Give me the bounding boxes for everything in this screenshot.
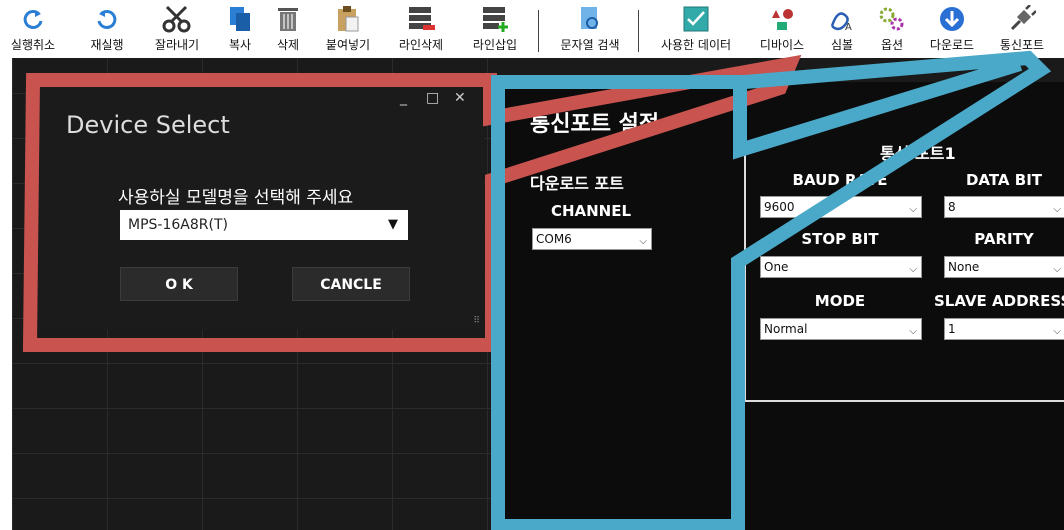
dialog-prompt: 사용하실 모델명을 선택해 주세요 [118, 188, 354, 208]
channel-label: CHANNEL [550, 202, 632, 220]
paste-icon [318, 4, 378, 34]
mode-label: MODE [814, 292, 866, 310]
device-icon [752, 4, 812, 34]
close-button[interactable]: ✕ [454, 90, 466, 106]
symbol-icon: A [822, 4, 862, 34]
chevron-down-icon: ⌵ [1053, 264, 1061, 275]
chevron-down-icon: ⌵ [639, 236, 647, 247]
device-button[interactable]: 디바이스 [752, 4, 812, 56]
delete-button[interactable]: 삭제 [268, 4, 308, 56]
ok-button[interactable]: O K [120, 267, 238, 301]
device-select-dialog: _ □ ✕ Device Select 사용하실 모델명을 선택해 주세요 MP… [38, 84, 484, 330]
slave-address-label: SLAVE ADDRESS [934, 292, 1064, 310]
maximize-button[interactable]: □ [426, 90, 439, 106]
undo-button[interactable]: 실행취소 [4, 4, 62, 56]
search-doc-icon [548, 4, 632, 34]
chevron-down-icon: ⌵ [1053, 204, 1061, 215]
data-icon [648, 4, 744, 34]
scissors-icon [144, 4, 210, 34]
stop-bit-select[interactable]: One ⌵ [760, 256, 922, 278]
download-button[interactable]: 다운로드 [922, 4, 982, 56]
used-data-button[interactable]: 사용한 데이터 [648, 4, 744, 56]
panel-title: 통신포트 설정 [530, 112, 660, 137]
options-icon [872, 4, 912, 34]
toolbar: 실행취소 재실행 잘라내기 복사 삭제 붙여넣기 라인삭제 라인삽입 문자열 검… [11, 0, 1064, 59]
data-bit-label: DATA BIT [965, 171, 1043, 189]
data-bit-select[interactable]: 8 ⌵ [944, 196, 1064, 218]
parity-select[interactable]: None ⌵ [944, 256, 1064, 278]
redo-icon [82, 4, 132, 34]
model-select[interactable]: MPS-16A8R(T) ▼ [120, 210, 408, 240]
chevron-down-icon: ⌵ [909, 326, 917, 337]
channel-select[interactable]: COM6 ⌵ [532, 228, 652, 250]
baud-rate-label: BAUD RATE [792, 171, 888, 189]
dropdown-arrow-icon: ▼ [388, 217, 398, 232]
baud-rate-select[interactable]: 9600 ⌵ [760, 196, 922, 218]
minimize-button[interactable]: _ [400, 90, 407, 106]
chevron-down-icon: ⌵ [909, 264, 917, 275]
download-port-label: 다운로드 포트 [530, 174, 624, 193]
string-search-button[interactable]: 문자열 검색 [548, 4, 632, 56]
copy-button[interactable]: 복사 [220, 4, 260, 56]
undo-icon [4, 4, 62, 34]
mode-select[interactable]: Normal ⌵ [760, 318, 922, 340]
download-icon [922, 4, 982, 34]
port1-label: 통신 포트1 [880, 144, 956, 163]
copy-icon [220, 4, 260, 34]
dialog-title: Device Select [66, 111, 230, 139]
line-insert-icon [464, 4, 526, 34]
comm-port-button[interactable]: 통신포트 [990, 4, 1054, 56]
chevron-down-icon: ⌵ [1053, 326, 1061, 337]
toolbar-divider [538, 10, 539, 52]
chevron-down-icon: ⌵ [909, 204, 917, 215]
line-delete-icon [390, 4, 452, 34]
toolbar-divider [638, 10, 639, 52]
stop-bit-label: STOP BIT [801, 230, 879, 248]
cancel-button[interactable]: CANCLE [292, 267, 410, 301]
parity-label: PARITY [974, 230, 1034, 248]
paste-button[interactable]: 붙여넣기 [318, 4, 378, 56]
line-insert-button[interactable]: 라인삽입 [464, 4, 526, 56]
line-delete-button[interactable]: 라인삭제 [390, 4, 452, 56]
plug-icon [990, 4, 1054, 34]
symbol-button[interactable]: A 심볼 [822, 4, 862, 56]
redo-button[interactable]: 재실행 [82, 4, 132, 56]
cut-button[interactable]: 잘라내기 [144, 4, 210, 56]
options-button[interactable]: 옵션 [872, 4, 912, 56]
trash-icon [268, 4, 308, 34]
slave-address-select[interactable]: 1 ⌵ [944, 318, 1064, 340]
resize-grip-icon: ⠿ [473, 316, 480, 326]
app-window: 실행취소 재실행 잘라내기 복사 삭제 붙여넣기 라인삭제 라인삽입 문자열 검… [0, 0, 1064, 530]
svg-text:A: A [845, 22, 852, 32]
